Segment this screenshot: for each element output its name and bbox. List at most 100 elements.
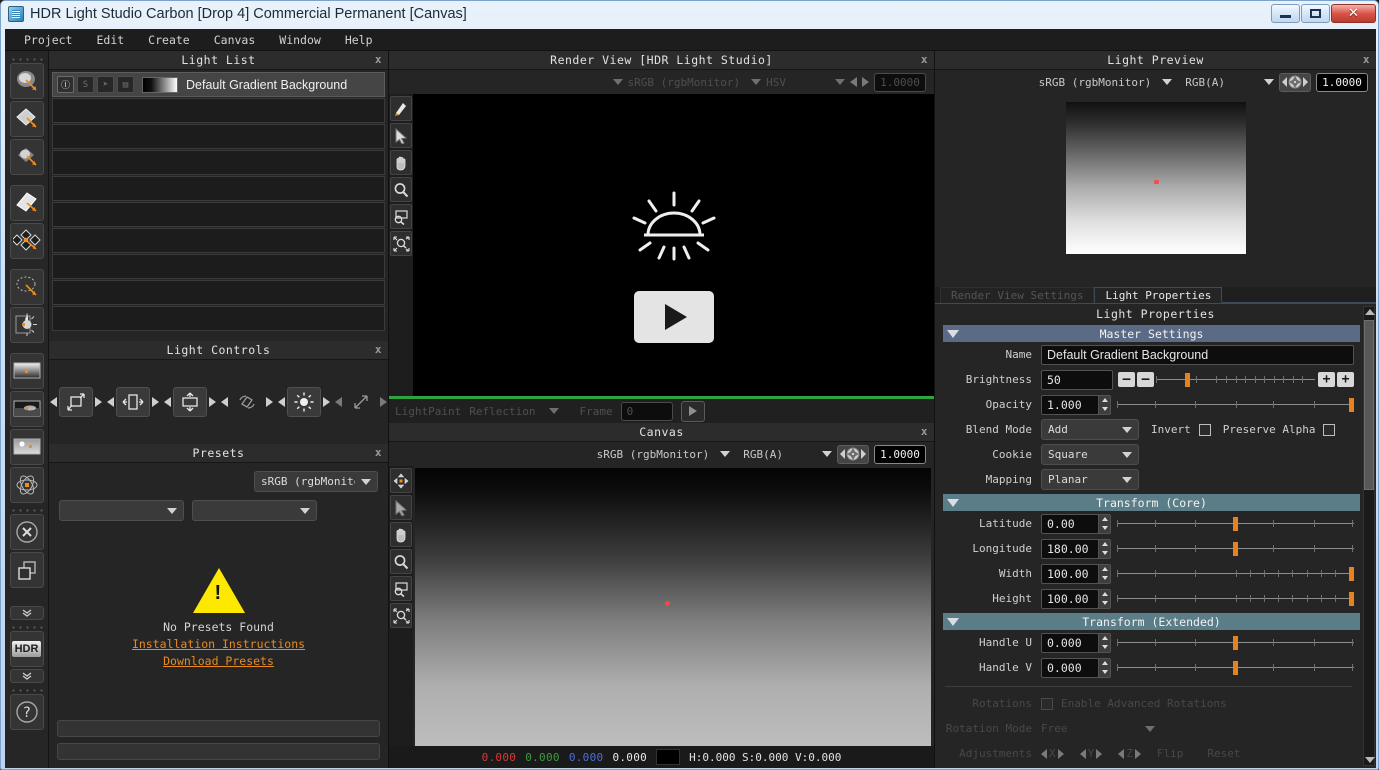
area-light-tool[interactable] [10,63,44,99]
list-item[interactable] [52,150,385,175]
list-item[interactable] [52,280,385,305]
duplicate-tool[interactable] [10,552,44,588]
zoom-fit-tool[interactable] [390,231,412,256]
close-icon[interactable]: x [375,53,382,66]
adjust-y-control[interactable]: Y [1080,747,1103,760]
image-light-tool[interactable] [10,429,44,465]
light-preview-colorspace-value[interactable]: sRGB (rgbMonitor) [1039,76,1152,89]
adjust-z-control[interactable]: Z [1118,747,1141,760]
help-button[interactable]: ? [10,694,44,730]
render-view-channel-value[interactable]: HSV [766,76,786,89]
close-button[interactable]: ✕ [1331,4,1376,23]
rotate-control[interactable] [221,387,273,417]
slider-knob[interactable] [1349,567,1354,581]
frame-input[interactable]: 0 [621,402,673,421]
presets-bar-2[interactable] [57,743,380,760]
height-stepper[interactable] [1098,589,1111,609]
longitude-input[interactable]: 180.00 [1041,539,1099,559]
height-slider[interactable] [1117,589,1354,609]
title-bar[interactable]: HDR Light Studio Carbon [Drop 4] Commerc… [1,1,1379,27]
chevron-down-icon[interactable] [549,408,559,414]
expand-tool-2[interactable] [10,669,44,683]
brightness-plus-small[interactable]: + [1318,372,1335,387]
slider-knob[interactable] [1233,636,1238,650]
rotate-button[interactable] [230,387,264,417]
rail-drag-handle-3[interactable] [10,622,44,629]
menu-create[interactable]: Create [137,30,201,50]
chevron-down-icon[interactable] [1145,726,1155,732]
slider-knob[interactable] [1349,592,1354,606]
presets-colorspace-select[interactable]: sRGB (rgbMonitor) [254,471,378,492]
select-toggle[interactable]: ➤ [97,76,114,93]
render-view-exposure-value[interactable]: 1.0000 [874,73,926,92]
longitude-stepper[interactable] [1098,539,1111,559]
zoom-region-tool[interactable] [390,204,412,229]
handle-u-stepper[interactable] [1098,633,1111,653]
canvas-image[interactable] [415,468,931,746]
list-item[interactable] [52,202,385,227]
scale-control-button[interactable] [59,387,93,417]
zoom-fit-tool[interactable] [390,603,412,628]
canvas-colorspace-value[interactable]: sRGB (rgbMonitor) [597,448,710,461]
light-handle-marker[interactable] [1154,180,1159,184]
menu-canvas[interactable]: Canvas [203,30,267,50]
section-transform-core[interactable]: Transform (Core) [943,494,1360,511]
brightness-minus-big[interactable]: – [1118,372,1135,387]
light-handle-marker[interactable] [665,601,670,606]
horizontal-move-button[interactable] [116,387,150,417]
chevron-down-icon[interactable] [720,451,730,457]
chevron-down-icon[interactable] [822,451,832,457]
light-preview-aperture-button[interactable] [1279,73,1311,92]
light-preview-channel-value[interactable]: RGB(A) [1185,76,1225,89]
chevron-down-icon[interactable] [751,79,761,85]
multi-light-tool[interactable] [10,223,44,259]
frame-play-button[interactable] [681,401,705,422]
render-view-colorspace-value[interactable]: sRGB (rgbMonitor) [628,76,741,89]
decrement-icon[interactable] [278,397,285,407]
handle-v-slider[interactable] [1117,658,1354,678]
installation-instructions-link[interactable]: Installation Instructions [49,637,388,651]
brightness-button[interactable] [287,387,321,417]
exposure-up-icon[interactable] [1303,77,1308,87]
rail-drag-handle-2[interactable] [10,505,44,512]
list-item[interactable]: Ⓘ S ➤ ▤ Default Gradient Background [52,72,385,97]
list-item[interactable] [52,176,385,201]
menu-edit[interactable]: Edit [85,30,135,50]
gradient-tool[interactable] [10,353,44,389]
scrollbar-thumb[interactable] [1364,320,1374,490]
exposure-down-icon[interactable] [850,77,857,87]
cookie-select[interactable]: Square [1041,444,1139,465]
slider-knob[interactable] [1349,398,1354,412]
hdri-map-tool[interactable] [10,391,44,427]
section-master-settings[interactable]: Master Settings [943,325,1360,342]
exposure-down-icon[interactable] [840,449,845,459]
chevron-down-icon[interactable] [1162,79,1172,85]
menu-window[interactable]: Window [268,30,332,50]
decrement-icon[interactable] [164,397,171,407]
procedural-tool[interactable] [10,467,44,503]
zoom-tool[interactable] [390,177,412,202]
lightpaint-brush-tool[interactable] [390,96,412,121]
width-stepper[interactable] [1098,564,1111,584]
opacity-slider[interactable] [1117,395,1354,415]
brightness-minus-small[interactable]: – [1137,372,1154,387]
pan-tool[interactable] [390,150,412,175]
adjust-x-control[interactable]: X [1041,747,1064,760]
list-item[interactable] [52,98,385,123]
zoom-region-tool[interactable] [390,576,412,601]
increment-icon[interactable] [152,397,159,407]
flat-light-tool[interactable] [10,101,44,137]
horizontal-move-control[interactable] [107,387,159,417]
render-view-image[interactable] [413,94,934,396]
rotation-mode-value[interactable]: Free [1041,722,1139,735]
longitude-slider[interactable] [1117,539,1354,559]
download-presets-link[interactable]: Download Presets [49,654,388,668]
flip-button[interactable]: Flip [1157,747,1184,760]
close-icon[interactable]: x [1363,53,1370,66]
canvas-channel-value[interactable]: RGB(A) [743,448,783,461]
name-input[interactable]: Default Gradient Background [1041,345,1354,365]
decrement-icon[interactable] [107,397,114,407]
chevron-down-icon[interactable] [1264,79,1274,85]
light-effect-tool[interactable] [10,307,44,343]
minimize-button[interactable] [1271,4,1300,23]
